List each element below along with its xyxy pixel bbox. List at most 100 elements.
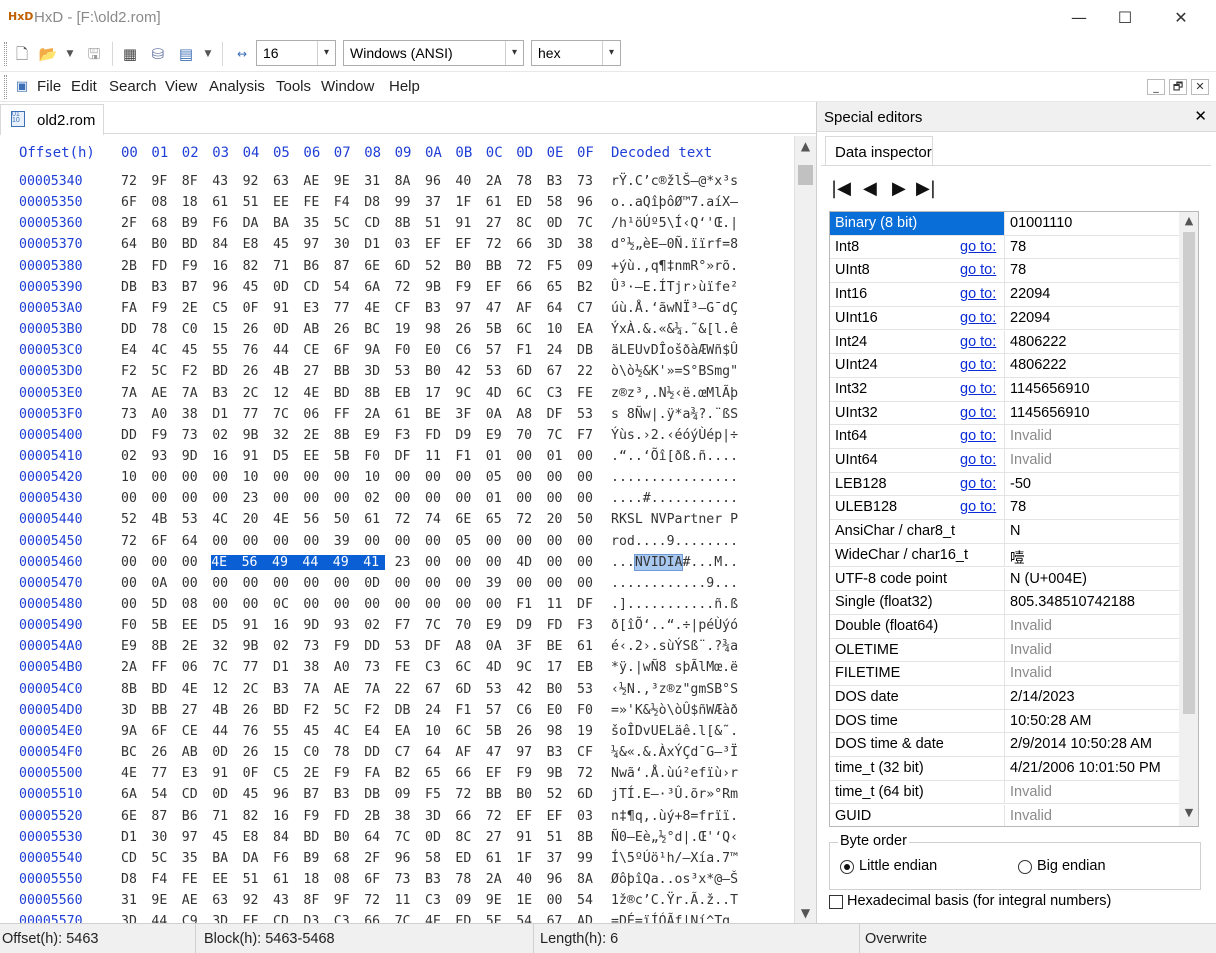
decoded-text[interactable]: rod....9........ <box>611 534 738 549</box>
hex-byte[interactable]: 06 <box>303 407 325 422</box>
hex-byte[interactable]: 57 <box>486 343 508 358</box>
decoded-text[interactable]: /h¹öÚº5\Í‹Q‘'Œ.| <box>611 216 738 231</box>
hex-byte[interactable]: 68 <box>334 851 356 866</box>
hex-byte[interactable]: C0 <box>303 745 325 760</box>
hex-byte[interactable]: EF <box>455 237 477 252</box>
hex-byte[interactable]: 9A <box>364 343 386 358</box>
hex-byte[interactable]: E3 <box>182 766 204 781</box>
hex-byte[interactable]: 77 <box>151 766 173 781</box>
inspector-row[interactable]: Int64 go to: Invalid <box>830 425 1179 449</box>
goto-link[interactable]: go to: <box>960 381 996 397</box>
hex-byte[interactable]: E4 <box>121 343 143 358</box>
next-byte-icon[interactable]: ▶ <box>892 178 906 199</box>
hex-byte[interactable]: F4 <box>151 872 173 887</box>
hex-byte[interactable]: 2E <box>182 301 204 316</box>
hex-byte[interactable]: 66 <box>455 766 477 781</box>
inspector-value[interactable]: 22094 <box>1010 310 1050 326</box>
goto-link[interactable]: go to: <box>960 428 996 444</box>
hex-byte[interactable]: 78 <box>151 322 173 337</box>
menu-window[interactable]: Window <box>321 78 374 95</box>
hex-byte[interactable]: 4B <box>212 703 234 718</box>
hex-byte[interactable]: EB <box>577 660 599 675</box>
hex-byte[interactable]: 7C <box>395 830 417 845</box>
hex-byte[interactable]: BB <box>486 787 508 802</box>
hex-byte[interactable]: 72 <box>455 787 477 802</box>
hex-byte[interactable]: 8B <box>577 830 599 845</box>
hex-byte[interactable]: 74 <box>425 512 447 527</box>
hex-byte[interactable]: 7C <box>212 660 234 675</box>
hex-byte[interactable]: 72 <box>486 237 508 252</box>
hex-byte[interactable]: D5 <box>212 618 234 633</box>
hex-byte[interactable]: 00 <box>577 491 599 506</box>
hex-byte[interactable]: 6A <box>121 787 143 802</box>
hex-byte[interactable]: 43 <box>212 174 234 189</box>
hex-byte[interactable]: 02 <box>121 449 143 464</box>
hex-byte[interactable]: 6A <box>364 280 386 295</box>
hex-byte[interactable]: 4E <box>364 301 386 316</box>
hex-byte[interactable]: 00 <box>273 534 295 549</box>
hex-byte[interactable]: B3 <box>425 301 447 316</box>
hex-byte[interactable]: BB <box>151 703 173 718</box>
hex-byte[interactable]: C3 <box>547 386 569 401</box>
menu-help[interactable]: Help <box>389 78 420 95</box>
hex-byte[interactable]: 00 <box>151 555 173 570</box>
hex-byte[interactable]: 27 <box>303 364 325 379</box>
hex-byte[interactable]: F9 <box>182 259 204 274</box>
hex-byte[interactable]: FD <box>547 618 569 633</box>
hex-byte[interactable]: B0 <box>547 682 569 697</box>
hex-byte[interactable]: EF <box>516 809 538 824</box>
hex-byte[interactable]: E9 <box>486 428 508 443</box>
hex-byte[interactable]: 00 <box>577 555 599 570</box>
hex-byte[interactable]: 61 <box>577 639 599 654</box>
hex-byte[interactable]: 8B <box>364 386 386 401</box>
hex-byte[interactable]: 15 <box>212 322 234 337</box>
hex-byte[interactable]: 00 <box>486 555 508 570</box>
hex-byte[interactable]: 4C <box>334 724 356 739</box>
document-menu-icon[interactable]: ▣ <box>12 77 32 97</box>
hex-byte[interactable]: 26 <box>243 745 265 760</box>
hex-byte[interactable]: 2C <box>243 386 265 401</box>
hex-row[interactable]: 000054E0 9A 6F CE 44 76 55 45 4C E4 EA 10 6C 5B 26 98 19… <box>0 722 794 744</box>
hex-byte[interactable]: BA <box>212 851 234 866</box>
hex-byte[interactable]: C7 <box>577 301 599 316</box>
maximize-button[interactable]: ☐ <box>1102 4 1148 32</box>
hex-byte[interactable]: 40 <box>516 872 538 887</box>
hex-byte[interactable]: CE <box>182 724 204 739</box>
hex-byte[interactable]: 00 <box>547 555 569 570</box>
decoded-text[interactable]: d°½„èE—0Ñ.ïïrf=8 <box>611 237 738 252</box>
hex-byte[interactable]: 70 <box>516 428 538 443</box>
hex-byte[interactable]: 55 <box>273 724 295 739</box>
hex-byte[interactable]: CD <box>182 787 204 802</box>
inspector-value[interactable]: 01001110 <box>1010 215 1072 231</box>
hex-byte[interactable]: 82 <box>243 259 265 274</box>
inspector-value[interactable]: 10:50:28 AM <box>1010 713 1091 729</box>
hex-byte[interactable]: AB <box>303 322 325 337</box>
hex-byte[interactable]: 6C <box>455 724 477 739</box>
hex-row[interactable]: 00005470 00 0A 00 00 00 00 00 00 0D 00 00 00 39 00 00 00… <box>0 574 794 596</box>
hex-byte[interactable]: D3 <box>303 914 325 923</box>
hex-byte[interactable]: AF <box>455 745 477 760</box>
hex-byte[interactable]: 6D <box>516 364 538 379</box>
hex-byte[interactable]: F9 <box>151 301 173 316</box>
hex-byte[interactable]: 45 <box>243 787 265 802</box>
hex-byte[interactable]: 98 <box>547 724 569 739</box>
hex-byte[interactable]: 08 <box>151 195 173 210</box>
hex-byte[interactable]: 2F <box>121 216 143 231</box>
hex-byte[interactable]: 2B <box>121 259 143 274</box>
hex-byte[interactable]: A0 <box>334 660 356 675</box>
hex-byte[interactable]: 6C <box>516 322 538 337</box>
open-folder-icon[interactable]: 📂 <box>38 44 58 64</box>
hex-byte[interactable]: 00 <box>455 597 477 612</box>
hex-byte[interactable]: 00 <box>425 534 447 549</box>
hex-byte[interactable]: 77 <box>243 660 265 675</box>
hex-byte[interactable]: 00 <box>243 534 265 549</box>
hex-byte[interactable]: BE <box>547 639 569 654</box>
hex-byte[interactable]: 0F <box>243 301 265 316</box>
hex-byte[interactable]: 00 <box>121 597 143 612</box>
hex-row[interactable]: 00005560 31 9E AE 63 92 43 8F 9F 72 11 C3 09 9E 1E 00 54… <box>0 891 794 913</box>
hex-byte[interactable]: CE <box>303 343 325 358</box>
hex-byte[interactable]: A8 <box>455 639 477 654</box>
hex-byte[interactable]: DB <box>364 787 386 802</box>
hex-byte[interactable]: 02 <box>273 639 295 654</box>
hex-byte[interactable]: 4E <box>121 766 143 781</box>
